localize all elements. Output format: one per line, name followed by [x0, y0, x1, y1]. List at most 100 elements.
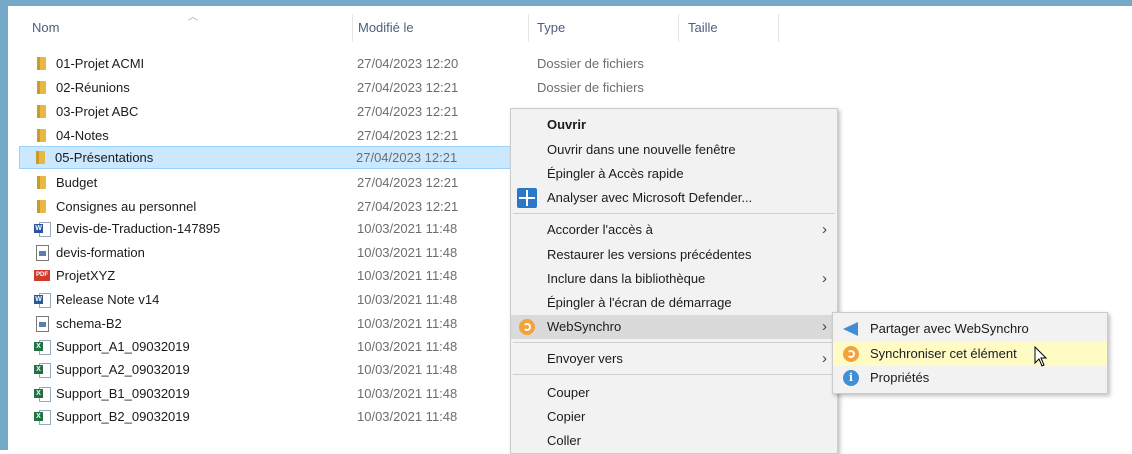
menu-item-label: Coller: [547, 433, 581, 448]
file-type: Dossier de fichiers: [537, 80, 644, 95]
websynchro-icon: [519, 319, 535, 335]
file-date: 27/04/2023 12:21: [357, 80, 459, 95]
file-row[interactable]: devis-formation 10/03/2021 11:48: [20, 241, 510, 264]
file-name: devis-formation: [56, 245, 145, 260]
file-name: Support_B1_09032019: [56, 386, 190, 401]
menu-item-restore-versions[interactable]: Restaurer les versions précédentes: [511, 243, 837, 267]
file-name: Consignes au personnel: [56, 199, 197, 214]
file-row[interactable]: schema-B2 10/03/2021 11:48: [20, 312, 510, 335]
file-name: Release Note v14: [56, 292, 160, 307]
menu-item-label: Inclure dans la bibliothèque: [547, 271, 706, 286]
menu-item-pin-start[interactable]: Épingler à l'écran de démarrage: [511, 291, 837, 315]
file-row[interactable]: Budget 27/04/2023 12:21: [20, 171, 510, 194]
file-row[interactable]: 01-Projet ACMI 27/04/2023 12:20 Dossier …: [20, 52, 644, 75]
menu-item-grant-access[interactable]: Accorder l'accès à ›: [511, 218, 837, 242]
menu-item-label: Couper: [547, 385, 590, 400]
menu-item-open-new-window[interactable]: Ouvrir dans une nouvelle fenêtre: [511, 138, 837, 162]
menu-item-label: Copier: [547, 409, 586, 424]
send-icon: [843, 321, 859, 337]
submenu-item-label: Partager avec WebSynchro: [870, 321, 1029, 336]
menu-item-label: Ouvrir dans une nouvelle fenêtre: [547, 142, 736, 157]
file-row[interactable]: W Release Note v14 10/03/2021 11:48: [20, 288, 510, 311]
word-icon: W: [34, 221, 51, 237]
column-separator[interactable]: [352, 14, 353, 42]
submenu-item-sync[interactable]: Synchroniser cet élément: [833, 342, 1107, 366]
excel-icon: X: [34, 409, 51, 425]
file-name: ProjetXYZ: [56, 268, 116, 283]
document-icon: [34, 245, 50, 261]
menu-item-pin-quick-access[interactable]: Épingler à Accès rapide: [511, 162, 837, 186]
submenu-item-share[interactable]: Partager avec WebSynchro: [833, 317, 1107, 341]
file-date: 10/03/2021 11:48: [357, 268, 458, 283]
file-name: Devis-de-Traduction-147895: [56, 221, 221, 236]
file-name: 02-Réunions: [56, 80, 130, 95]
file-row[interactable]: Consignes au personnel 27/04/2023 12:21: [20, 195, 510, 218]
folder-icon: [34, 80, 50, 95]
defender-shield-icon: [517, 188, 537, 208]
file-row[interactable]: 04-Notes 27/04/2023 12:21: [20, 124, 510, 147]
file-date: 27/04/2023 12:21: [356, 150, 458, 165]
chevron-right-icon: ›: [822, 270, 827, 287]
window-left-border: [0, 0, 8, 450]
column-separator[interactable]: [678, 14, 679, 42]
file-row[interactable]: 02-Réunions 27/04/2023 12:21 Dossier de …: [20, 76, 644, 99]
folder-icon: [34, 128, 50, 143]
file-date: 10/03/2021 11:48: [357, 409, 458, 424]
menu-item-label: WebSynchro: [547, 319, 622, 334]
file-row[interactable]: 03-Projet ABC 27/04/2023 12:21: [20, 100, 510, 123]
file-row-selected[interactable]: 05-Présentations 27/04/2023 12:21: [19, 146, 511, 169]
file-name: Support_B2_09032019: [56, 409, 190, 424]
submenu-item-properties[interactable]: i Propriétés: [833, 366, 1107, 390]
menu-item-send-to[interactable]: Envoyer vers ›: [511, 347, 837, 371]
menu-item-include-library[interactable]: Inclure dans la bibliothèque ›: [511, 267, 837, 291]
file-name: 05-Présentations: [55, 150, 154, 165]
excel-icon: X: [34, 339, 51, 355]
folder-icon: [34, 199, 50, 214]
file-name: 03-Projet ABC: [56, 104, 139, 119]
menu-item-label: Accorder l'accès à: [547, 222, 653, 237]
file-row[interactable]: X Support_A1_09032019 10/03/2021 11:48: [20, 335, 510, 358]
menu-item-websynchro[interactable]: WebSynchro ›: [511, 315, 837, 339]
column-header: ︿ Nom Modifié le Type Taille: [20, 12, 780, 42]
menu-item-label: Épingler à Accès rapide: [547, 166, 684, 181]
menu-separator: [513, 374, 835, 375]
folder-icon: [34, 104, 50, 119]
sort-ascending-icon: ︿: [188, 12, 198, 23]
menu-item-copy[interactable]: Copier: [511, 405, 837, 429]
menu-item-label: Épingler à l'écran de démarrage: [547, 295, 732, 310]
folder-icon: [33, 150, 49, 165]
file-row[interactable]: X Support_B1_09032019 10/03/2021 11:48: [20, 382, 510, 405]
menu-item-label: Ouvrir: [547, 117, 587, 132]
info-icon: i: [843, 370, 859, 386]
column-header-modified[interactable]: Modifié le: [358, 14, 414, 42]
file-date: 10/03/2021 11:48: [357, 339, 458, 354]
excel-icon: X: [34, 386, 51, 402]
websynchro-submenu: Partager avec WebSynchro Synchroniser ce…: [832, 312, 1108, 394]
file-date: 27/04/2023 12:21: [357, 104, 459, 119]
window-top-border: [0, 0, 1132, 6]
column-header-type[interactable]: Type: [537, 14, 565, 42]
file-name: 04-Notes: [56, 128, 109, 143]
file-date: 27/04/2023 12:20: [357, 56, 459, 71]
column-separator[interactable]: [528, 14, 529, 42]
menu-item-scan-defender[interactable]: Analyser avec Microsoft Defender...: [511, 186, 837, 210]
chevron-right-icon: ›: [822, 350, 827, 367]
column-header-size[interactable]: Taille: [688, 14, 718, 42]
column-header-name[interactable]: Nom: [32, 14, 59, 42]
menu-separator: [513, 213, 835, 214]
file-row[interactable]: PDF ProjetXYZ 10/03/2021 11:48: [20, 264, 510, 287]
submenu-item-label: Synchroniser cet élément: [870, 346, 1017, 361]
column-separator[interactable]: [778, 14, 779, 42]
mouse-cursor-icon: [1034, 345, 1048, 368]
file-name: Support_A2_09032019: [56, 362, 190, 377]
file-date: 10/03/2021 11:48: [357, 292, 458, 307]
menu-item-paste[interactable]: Coller: [511, 429, 837, 453]
file-row[interactable]: W Devis-de-Traduction-147895 10/03/2021 …: [20, 217, 510, 240]
menu-item-open[interactable]: Ouvrir: [511, 113, 837, 137]
file-name: 01-Projet ACMI: [56, 56, 145, 71]
menu-item-cut[interactable]: Couper: [511, 381, 837, 405]
file-row[interactable]: X Support_B2_09032019 10/03/2021 11:48: [20, 405, 510, 428]
menu-item-label: Restaurer les versions précédentes: [547, 247, 752, 262]
submenu-item-label: Propriétés: [870, 370, 930, 385]
file-row[interactable]: X Support_A2_09032019 10/03/2021 11:48: [20, 358, 510, 381]
